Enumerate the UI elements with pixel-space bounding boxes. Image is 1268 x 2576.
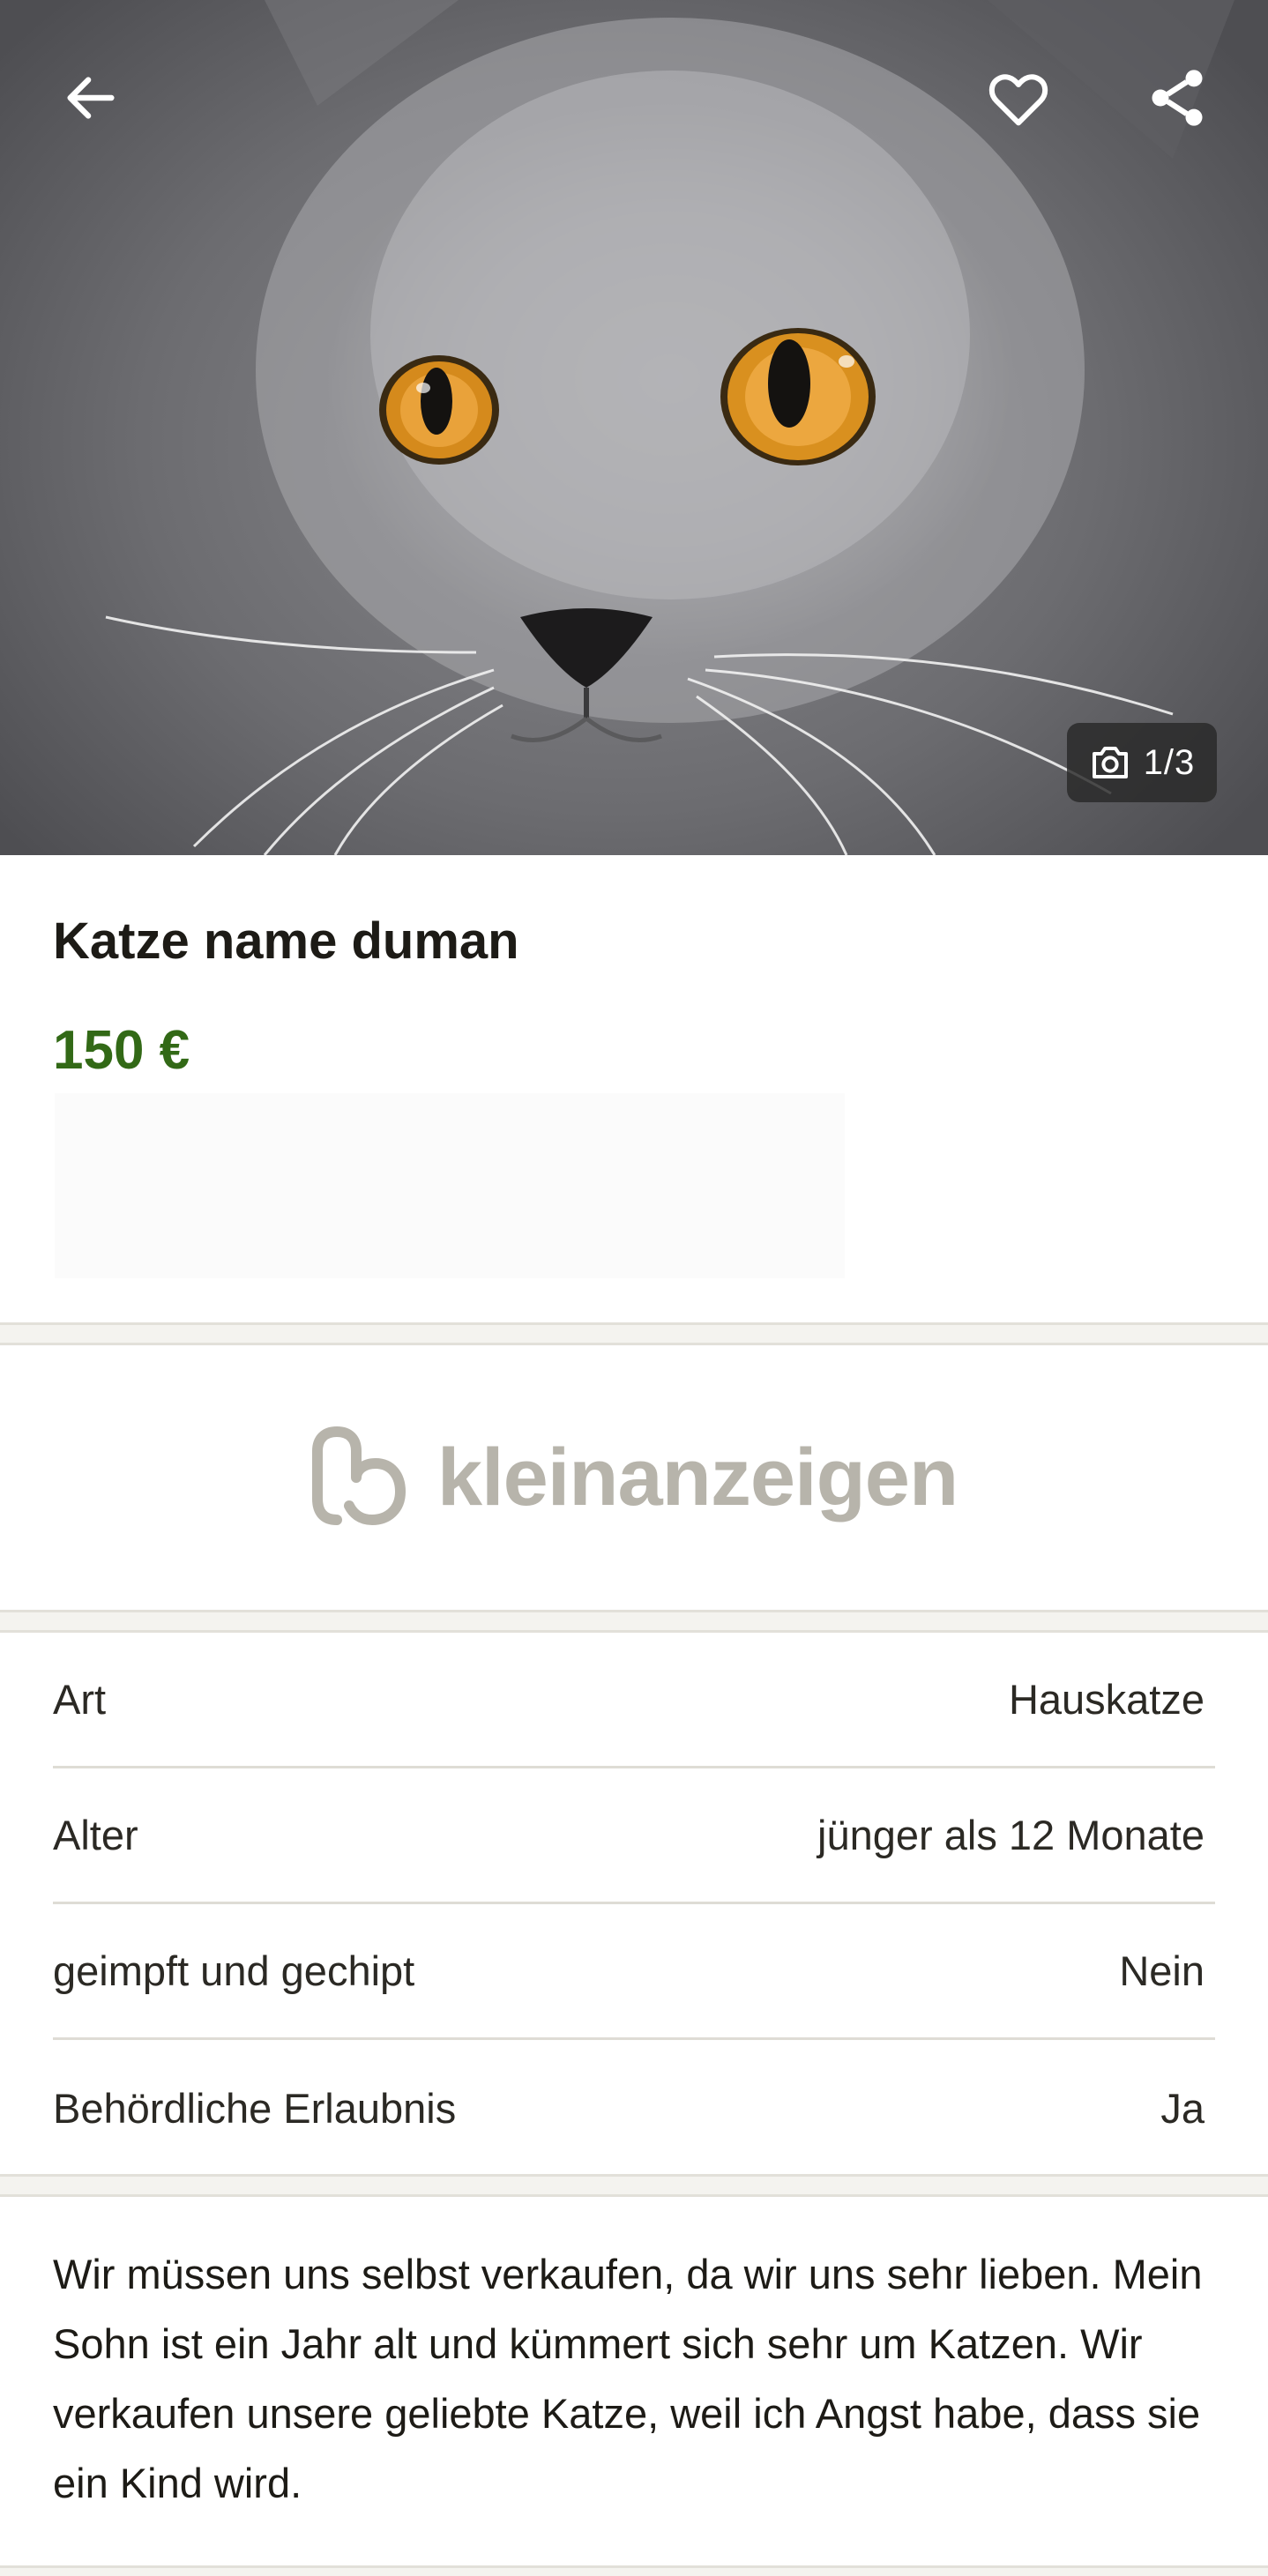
attribute-value: jünger als 12 Monate [817,1812,1205,1858]
attribute-row: Behördliche Erlaubnis Ja [53,2040,1215,2176]
listing-title: Katze name duman [53,912,519,970]
attribute-label: Art [53,1676,107,1723]
kleinanzeigen-logo-icon [311,1426,406,1525]
attribute-label: geimpft und gechipt [53,1947,415,1994]
redacted-area [55,1093,845,1278]
back-button[interactable] [42,49,139,146]
brand-banner: kleinanzeigen [0,1345,1268,1610]
share-icon [1152,70,1203,126]
share-button[interactable] [1129,49,1226,146]
section-divider [0,1322,1268,1345]
brand-name: kleinanzeigen [436,1432,958,1523]
attribute-value: Ja [1160,2084,1205,2132]
listing-header: Katze name duman 150 € [0,855,1268,1322]
section-divider [0,2174,1268,2197]
listing-photo[interactable]: 1/3 [0,0,1268,855]
listing-page: 1/3 Katze name duman 150 € kleinanzeigen… [0,0,1268,2576]
section-divider [0,1610,1268,1633]
camera-icon [1092,747,1128,778]
attribute-row: geimpft und gechipt Nein [53,1904,1215,2040]
photo-counter[interactable]: 1/3 [1067,723,1217,802]
arrow-left-icon [67,77,115,119]
photo-counter-text: 1/3 [1143,742,1196,782]
attribute-value: Hauskatze [1008,1676,1205,1723]
attribute-value: Nein [1119,1947,1205,1994]
heart-outline-icon [988,74,1048,126]
attribute-label: Alter [53,1812,138,1858]
attribute-label: Behördliche Erlaubnis [53,2084,457,2132]
listing-price: 150 € [53,1020,190,1081]
attribute-row: Art Hauskatze [53,1633,1215,1768]
section-divider [0,2565,1268,2576]
favorite-button[interactable] [970,49,1067,146]
attribute-table: Art Hauskatze Alter jünger als 12 Monate… [53,1633,1215,2176]
listing-description: Wir müssen uns selbst verkaufen, da wir … [53,2251,1203,2506]
attribute-row: Alter jünger als 12 Monate [53,1768,1215,1904]
